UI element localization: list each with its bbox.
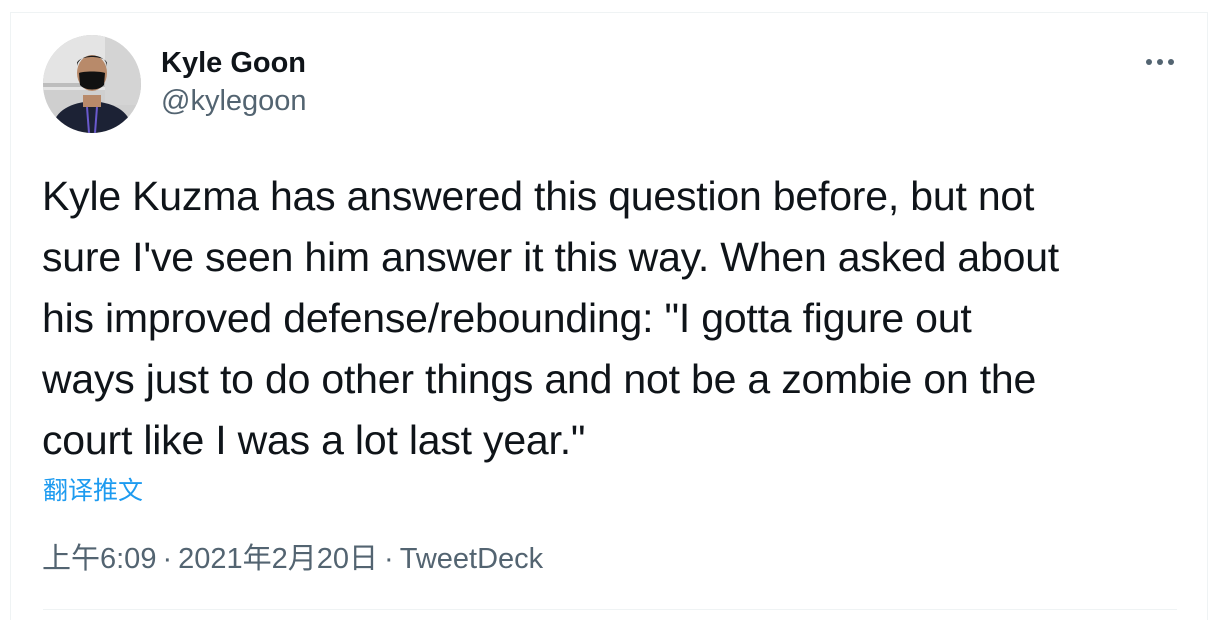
tweet-text-line: court like I was a lot last year." xyxy=(42,417,586,463)
tweet-metadata: 上午6:09 · 2021年2月20日 · TweetDeck xyxy=(42,541,543,577)
tweet-text-line: Kyle Kuzma has answered this question be… xyxy=(42,173,1035,219)
translate-tweet-link[interactable]: 翻译推文 xyxy=(43,475,143,507)
more-options-button[interactable] xyxy=(1143,53,1177,71)
author-handle[interactable]: @kylegoon xyxy=(161,83,307,119)
person-photo-icon xyxy=(43,35,141,133)
tweet-date[interactable]: 2021年2月20日 xyxy=(178,543,378,575)
tweet-text: Kyle Kuzma has answered this question be… xyxy=(42,166,1192,471)
meta-separator: · xyxy=(162,543,173,575)
tweet-source-link[interactable]: TweetDeck xyxy=(400,543,543,575)
author-avatar[interactable] xyxy=(43,35,141,133)
tweet-text-line: his improved defense/rebounding: "I gott… xyxy=(42,295,972,341)
tweet-card: Kyle Goon @kylegoon Kyle Kuzma has answe… xyxy=(10,12,1208,620)
meta-separator: · xyxy=(384,543,394,575)
more-dots-icon xyxy=(1146,59,1174,65)
tweet-text-line: ways just to do other things and not be … xyxy=(42,356,1037,402)
divider xyxy=(43,609,1177,610)
tweet-text-line: sure I've seen him answer it this way. W… xyxy=(42,234,1060,280)
author-name[interactable]: Kyle Goon xyxy=(161,45,306,81)
tweet-time[interactable]: 上午6:09 xyxy=(42,543,156,575)
